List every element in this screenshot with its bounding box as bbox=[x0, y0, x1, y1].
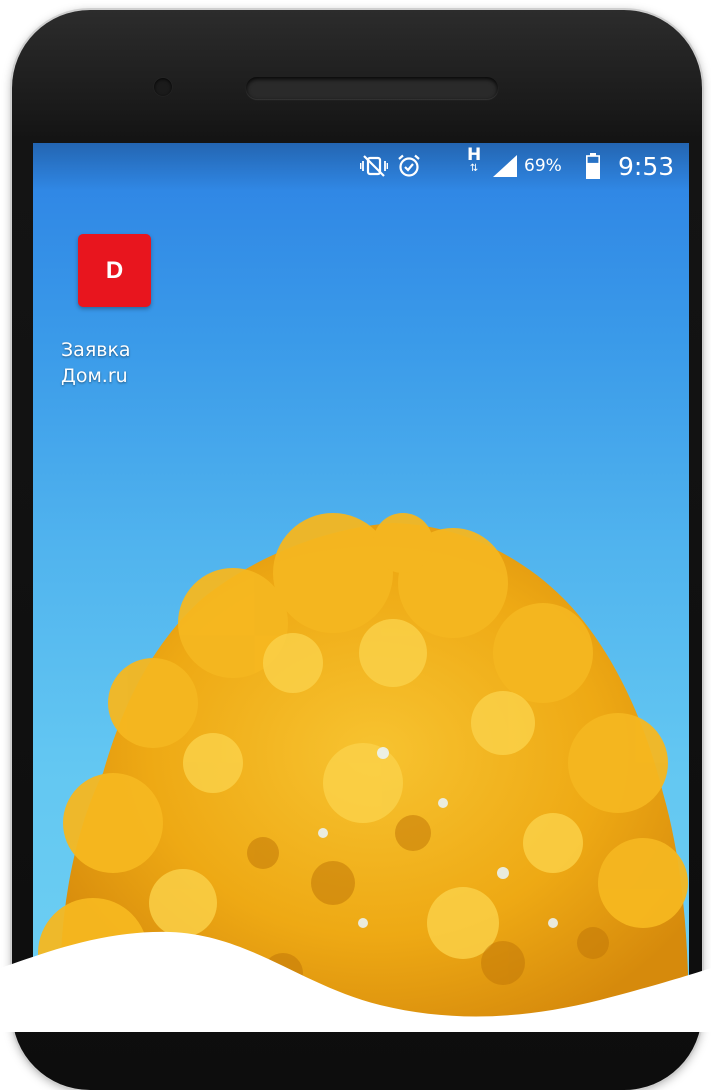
app-icon-letter: D bbox=[105, 256, 124, 284]
status-bar: H ⇅ 69% 9:53 bbox=[33, 143, 689, 191]
vibrate-off-icon bbox=[360, 151, 388, 181]
battery-percent: 69% bbox=[524, 156, 562, 176]
network-type: H bbox=[467, 145, 482, 165]
network-h-icon: H ⇅ bbox=[467, 145, 482, 174]
alarm-icon bbox=[397, 151, 421, 181]
earpiece-speaker bbox=[246, 77, 498, 99]
app-label[interactable]: Заявка Дом.ru bbox=[61, 337, 171, 389]
app-icon-zayavka-domru[interactable]: D bbox=[78, 234, 151, 307]
home-screen: H ⇅ 69% 9:53 D Заявка Дом.ru bbox=[33, 143, 689, 1032]
clock: 9:53 bbox=[618, 151, 675, 181]
wallpaper-tree bbox=[38, 513, 689, 1032]
signal-icon bbox=[493, 151, 517, 181]
front-camera bbox=[154, 78, 172, 96]
battery-icon bbox=[586, 151, 600, 181]
